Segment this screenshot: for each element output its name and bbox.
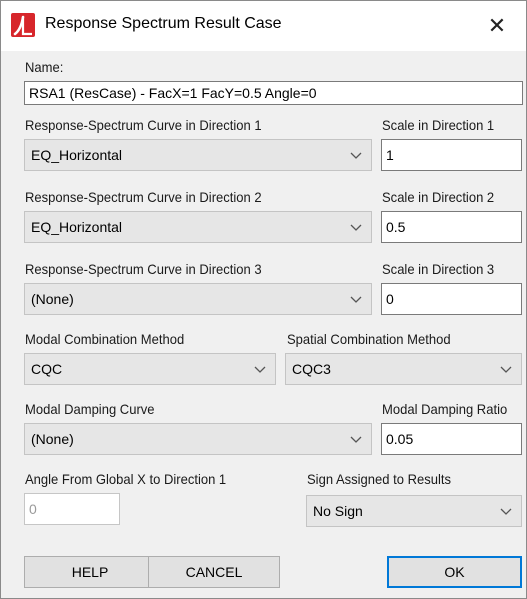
scale-direction2-input[interactable]: 0.5 — [381, 211, 522, 243]
curve-direction1-label: Response-Spectrum Curve in Direction 1 — [25, 117, 262, 133]
chevron-down-icon — [499, 496, 513, 526]
scale-direction3-input[interactable]: 0 — [381, 283, 522, 315]
close-icon[interactable]: ✕ — [477, 9, 517, 43]
angle-input[interactable]: 0 — [24, 493, 120, 525]
curve-direction1-value: EQ_Horizontal — [31, 147, 123, 163]
damping-ratio-input[interactable]: 0.05 — [381, 423, 522, 455]
sign-label: Sign Assigned to Results — [307, 471, 452, 487]
spatial-combination-select[interactable]: CQC3 — [285, 353, 522, 385]
modal-combination-select[interactable]: CQC — [24, 353, 276, 385]
curve-direction2-label: Response-Spectrum Curve in Direction 2 — [25, 189, 262, 205]
scale-direction3-label: Scale in Direction 3 — [382, 261, 495, 277]
modal-combination-value: CQC — [31, 361, 63, 377]
title-bar: Response Spectrum Result Case ✕ — [1, 1, 526, 51]
window-title: Response Spectrum Result Case — [45, 15, 282, 32]
sign-value: No Sign — [313, 503, 363, 519]
cancel-button[interactable]: CANCEL — [148, 556, 280, 588]
curve-direction3-label: Response-Spectrum Curve in Direction 3 — [25, 261, 262, 277]
response-spectrum-dialog: Response Spectrum Result Case ✕ Name: RS… — [0, 0, 527, 599]
chevron-down-icon — [253, 354, 267, 384]
chevron-down-icon — [349, 140, 363, 170]
scale-direction2-label: Scale in Direction 2 — [382, 189, 495, 205]
damping-curve-select[interactable]: (None) — [24, 423, 372, 455]
chevron-down-icon — [499, 354, 513, 384]
name-label: Name: — [25, 59, 64, 75]
damping-curve-label: Modal Damping Curve — [25, 401, 155, 417]
curve-direction1-select[interactable]: EQ_Horizontal — [24, 139, 372, 171]
spatial-combination-value: CQC3 — [292, 361, 331, 377]
sign-select[interactable]: No Sign — [306, 495, 522, 527]
curve-direction3-value: (None) — [31, 291, 74, 307]
angle-label: Angle From Global X to Direction 1 — [25, 471, 227, 487]
spatial-combination-label: Spatial Combination Method — [287, 331, 451, 347]
damping-curve-value: (None) — [31, 431, 74, 447]
curve-direction2-value: EQ_Horizontal — [31, 219, 123, 235]
chevron-down-icon — [349, 212, 363, 242]
modal-combination-label: Modal Combination Method — [25, 331, 185, 347]
damping-ratio-label: Modal Damping Ratio — [382, 401, 508, 417]
curve-direction3-select[interactable]: (None) — [24, 283, 372, 315]
help-button[interactable]: HELP — [24, 556, 156, 588]
chevron-down-icon — [349, 284, 363, 314]
ok-button[interactable]: OK — [387, 556, 522, 588]
scale-direction1-input[interactable]: 1 — [381, 139, 522, 171]
chevron-down-icon — [349, 424, 363, 454]
curve-direction2-select[interactable]: EQ_Horizontal — [24, 211, 372, 243]
scale-direction1-label: Scale in Direction 1 — [382, 117, 495, 133]
app-logo-icon — [11, 13, 35, 37]
name-input[interactable]: RSA1 (ResCase) - FacX=1 FacY=0.5 Angle=0 — [24, 81, 523, 105]
